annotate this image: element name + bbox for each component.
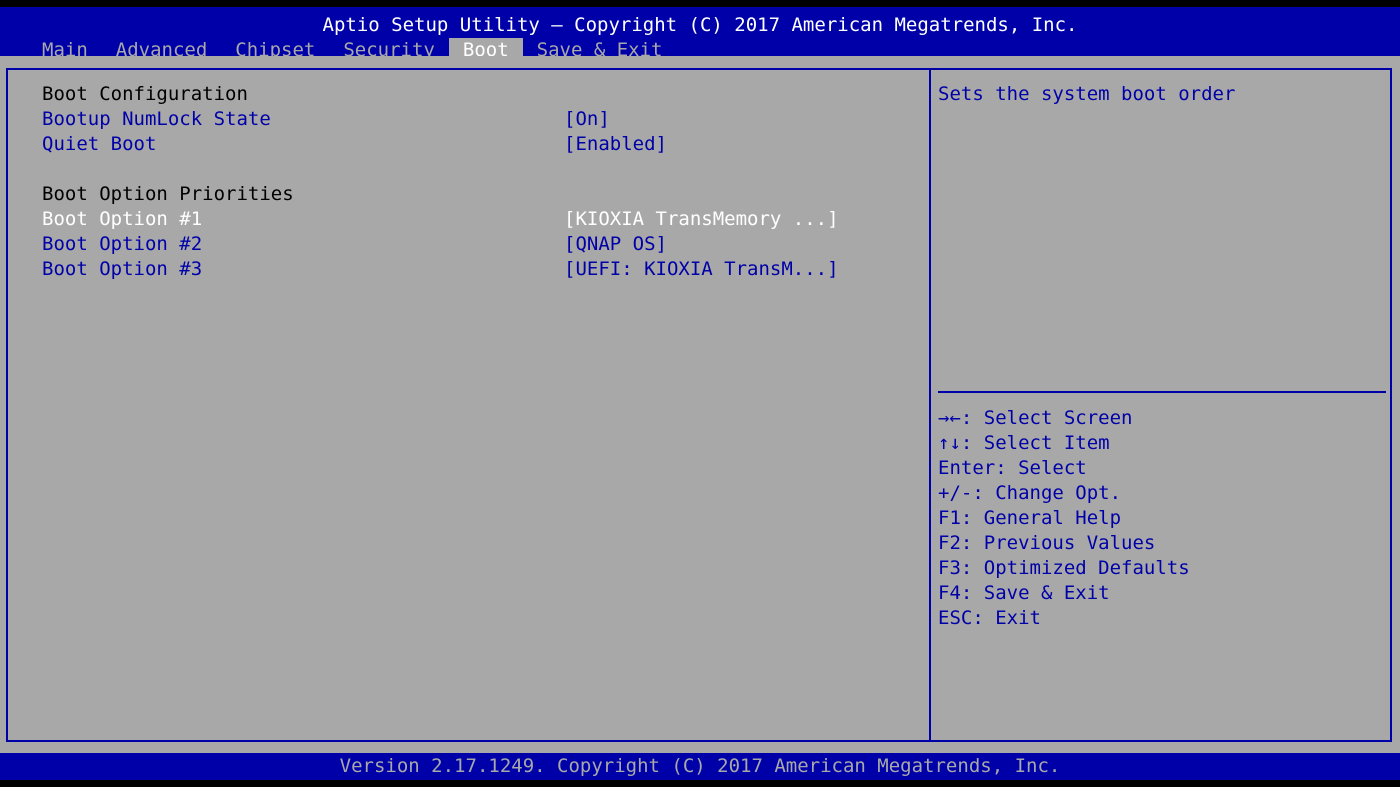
- boot-option-2-label[interactable]: Boot Option #2: [42, 232, 202, 257]
- setting-value-quiet-boot[interactable]: [Enabled]: [564, 132, 667, 157]
- help-key-f1: F1: General Help: [938, 507, 1122, 529]
- help-key-select-item: ↑↓: Select Item: [938, 432, 1110, 454]
- help-key-esc: ESC: Exit: [938, 607, 1041, 629]
- setting-label-quiet-boot[interactable]: Quiet Boot: [42, 132, 156, 157]
- help-key-select-screen: →←: Select Screen: [938, 407, 1133, 429]
- help-key-f4: F4: Save & Exit: [938, 582, 1110, 604]
- panel-divider-vertical: [929, 68, 931, 742]
- section-heading-boot-configuration: Boot Configuration: [42, 83, 248, 105]
- version-text: Version 2.17.1249. Copyright (C) 2017 Am…: [339, 755, 1061, 777]
- help-key-f3: F3: Optimized Defaults: [938, 557, 1190, 579]
- help-description: Sets the system boot order: [938, 83, 1236, 105]
- setting-label-bootup-numlock[interactable]: Bootup NumLock State: [42, 107, 271, 132]
- help-key-change-opt: +/-: Change Opt.: [938, 482, 1122, 504]
- header-bar: Aptio Setup Utility – Copyright (C) 2017…: [0, 7, 1400, 63]
- setting-value-bootup-numlock[interactable]: [On]: [564, 107, 610, 132]
- boot-option-3-label[interactable]: Boot Option #3: [42, 257, 202, 282]
- boot-option-1-value[interactable]: [KIOXIA TransMemory ...]: [564, 207, 839, 232]
- boot-option-3-value[interactable]: [UEFI: KIOXIA TransM...]: [564, 257, 839, 282]
- window-title: Aptio Setup Utility – Copyright (C) 2017…: [322, 14, 1078, 36]
- content-frame: [6, 68, 1392, 742]
- boot-option-2-value[interactable]: [QNAP OS]: [564, 232, 667, 257]
- help-divider-horizontal: [938, 391, 1386, 393]
- boot-option-1-label[interactable]: Boot Option #1: [42, 207, 202, 232]
- section-heading-boot-option-priorities: Boot Option Priorities: [42, 183, 294, 205]
- help-key-f2: F2: Previous Values: [938, 532, 1156, 554]
- help-key-enter: Enter: Select: [938, 457, 1087, 479]
- footer-bar: Version 2.17.1249. Copyright (C) 2017 Am…: [0, 753, 1400, 780]
